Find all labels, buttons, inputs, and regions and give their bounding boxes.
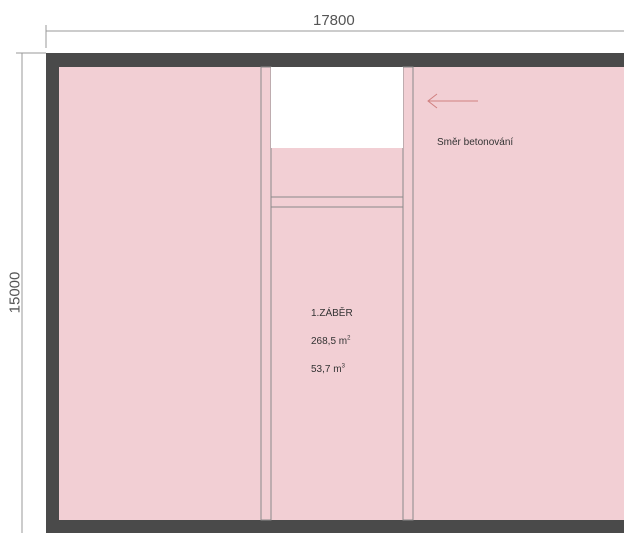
opening-void	[271, 67, 403, 148]
direction-label: Směr betonování	[437, 137, 514, 148]
height-dimension-label: 15000	[6, 271, 24, 314]
section-name: 1.ZÁBĚR	[311, 308, 353, 319]
section-volume-value: 53,7 m	[311, 364, 342, 375]
section-area-unit: 2	[347, 335, 351, 342]
section-area-value: 268,5 m	[311, 336, 348, 347]
joint-strip-left	[260, 66, 272, 521]
section-volume-unit: 3	[341, 363, 345, 370]
joint-strip-right	[402, 66, 414, 521]
width-dimension-label: 17800	[313, 12, 355, 29]
section-volume: 53,7 m3	[311, 364, 345, 375]
floor-plan-diagram	[16, 25, 624, 533]
section-area: 268,5 m2	[311, 336, 350, 347]
